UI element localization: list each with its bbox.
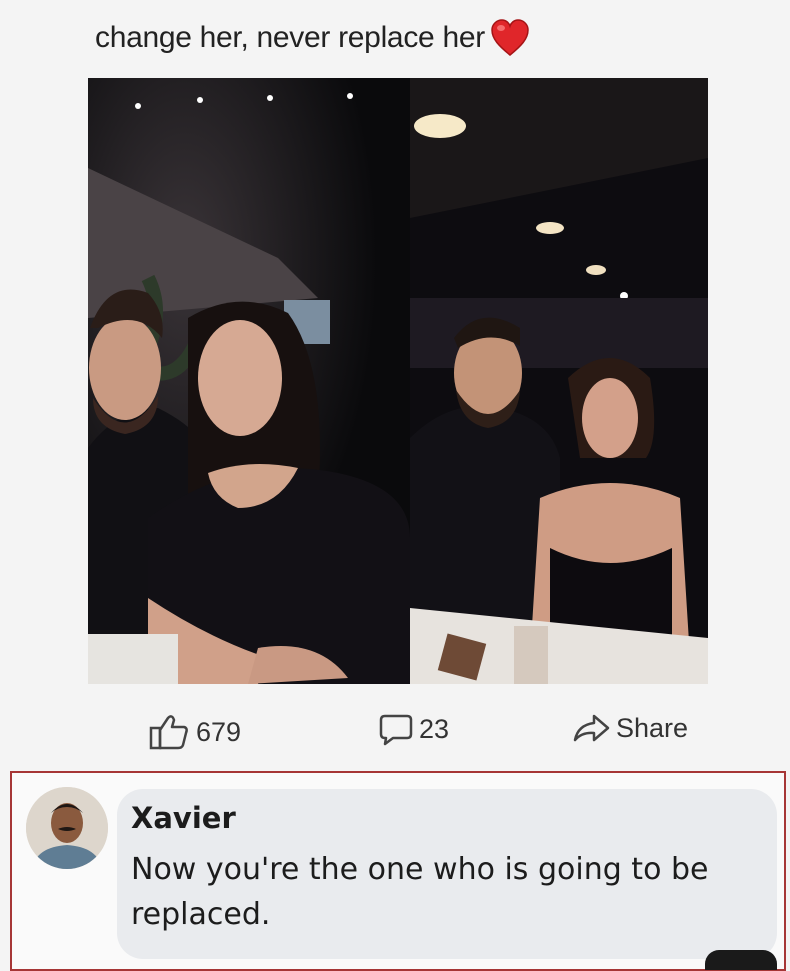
like-count: 679 (196, 716, 242, 747)
photo-after (410, 78, 708, 684)
heart-icon (489, 18, 531, 58)
comment-bubble: Xavier Now you're the one who is going t… (117, 789, 777, 959)
comment-count: 23 (419, 713, 450, 744)
comment-text: Now you're the one who is going to be re… (131, 852, 709, 932)
comment-button[interactable]: 23 (379, 712, 449, 746)
share-label: Share (616, 712, 689, 743)
post-actions: 679 23 Share (0, 700, 790, 760)
post-caption: change her, never replace her (95, 18, 531, 58)
share-button[interactable]: Share (572, 712, 688, 744)
comment-highlight: Xavier Now you're the one who is going t… (10, 771, 786, 971)
avatar[interactable] (26, 787, 108, 869)
post-photo[interactable] (88, 78, 708, 684)
share-icon (573, 714, 610, 742)
comment-icon (379, 714, 413, 746)
comment-author[interactable]: Xavier (131, 801, 236, 835)
like-button[interactable]: 679 (148, 712, 241, 752)
thumbs-up-icon (149, 715, 188, 750)
overlay-artifact (705, 950, 777, 970)
caption-text: change her, never replace her (95, 21, 485, 54)
photo-before (88, 78, 410, 684)
